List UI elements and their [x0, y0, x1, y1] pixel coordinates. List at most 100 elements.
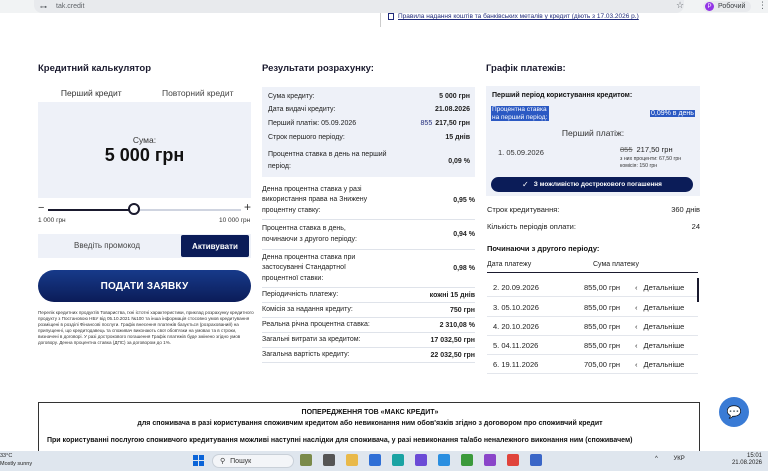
app-icon[interactable] [300, 454, 312, 466]
search-placeholder: Пошук [230, 457, 252, 465]
result-value: 15 днів [445, 134, 470, 141]
column-sum: Сума платежу [593, 261, 639, 268]
result-value: 0,09 % [448, 157, 470, 165]
result-row: Комісія за надання кредиту: 750 грн [262, 303, 475, 318]
amount-label: Сума: [132, 135, 157, 145]
result-value: 0,94 % [453, 231, 475, 238]
result-value: 21.08.2026 [434, 106, 470, 113]
edge-icon[interactable] [392, 454, 404, 466]
app-icon[interactable] [369, 454, 381, 466]
document-icon [388, 13, 394, 20]
address-bar[interactable]: ⊶ tak.credit [34, 0, 684, 13]
table-row: 5. 04.11.2026 855,00 грн ‹ Детальніше [487, 335, 698, 355]
details-link[interactable]: ‹ Детальніше [635, 322, 684, 331]
weather-widget[interactable]: 33°C Mostly sunny [0, 452, 32, 468]
first-payment-date: 1. 05.09.2026 [498, 148, 544, 157]
payment-date: 5. 04.11.2026 [493, 341, 539, 350]
result-row: Денна процентна ставка у разі використан… [262, 182, 475, 220]
schedule-scrollbar[interactable] [697, 278, 699, 302]
app-icon[interactable] [415, 454, 427, 466]
app-icon[interactable] [323, 454, 335, 466]
submit-application-button[interactable]: ПОДАТИ ЗАЯВКУ [38, 270, 251, 302]
tray-arrow-icon: ^ [655, 456, 658, 462]
check-icon: ✓ [522, 180, 529, 189]
increase-amount-button[interactable]: + [244, 200, 251, 214]
result-label: Комісія за надання кредиту: [262, 305, 353, 313]
start-icon[interactable] [193, 455, 204, 466]
app-icon[interactable] [530, 454, 542, 466]
browser-menu-icon[interactable]: ⋮ [758, 0, 767, 11]
result-value: кожні 15 днів [429, 291, 475, 299]
schedule-title: Графік платежів: [486, 63, 566, 74]
periods-row: Кількість періодів оплати: 24 [487, 222, 700, 231]
details-link[interactable]: ‹ Детальніше [635, 283, 684, 292]
first-period-heading: Перший період користування кредитом: [492, 92, 633, 99]
payment-date: 6. 19.11.2026 [493, 360, 539, 369]
table-row: 6. 19.11.2026 705,00 грн ‹ Детальніше [487, 354, 698, 374]
payment-amount: 705,00 грн [584, 360, 621, 369]
first-payment-commission: комісія: 150 грн [620, 163, 658, 169]
taskbar-apps [300, 454, 553, 466]
result-row: Денна процентна ставка при застосуванні … [262, 250, 475, 288]
rules-link[interactable]: Правила надання коштів та банківських ме… [388, 13, 639, 20]
amount-slider-fill [48, 209, 134, 211]
folder-icon[interactable] [346, 454, 358, 466]
details-link[interactable]: ‹ Детальніше [635, 303, 684, 312]
payment-date: 2. 20.09.2026 [493, 283, 539, 292]
activate-promo-button[interactable]: Активувати [181, 235, 249, 257]
periods-label: Кількість періодів оплати: [487, 222, 576, 231]
slider-min-label: 1 000 грн [38, 217, 66, 224]
result-value: 0,98 % [453, 265, 475, 272]
payment-date: 3. 05.10.2026 [493, 303, 539, 312]
early-repayment-button[interactable]: ✓ З можливістю дострокового погашення [491, 177, 693, 192]
browser-chrome: ⊶ tak.credit ☆ Р Робочий ⋮ [0, 0, 768, 13]
app-icon[interactable] [461, 454, 473, 466]
first-payment-amount: 217,50 грн [636, 145, 673, 154]
app-icon[interactable] [484, 454, 496, 466]
system-tray[interactable]: ^ УКР [655, 456, 685, 462]
decrease-amount-button[interactable]: − [38, 202, 44, 214]
details-label: Детальніше [643, 283, 685, 292]
column-date: Дата платежу [487, 261, 532, 268]
chevron-left-icon: ‹ [635, 322, 638, 331]
result-row: Загальні витрати за кредитом: 17 032,50 … [262, 333, 475, 348]
weather-temp: 33°C [0, 453, 13, 459]
first-period-rate-value: 0,09% в день [650, 110, 695, 117]
details-label: Детальніше [643, 360, 685, 369]
chevron-left-icon: ‹ [635, 341, 638, 350]
result-label: Сума кредиту: [268, 93, 315, 100]
chrome-icon[interactable] [507, 454, 519, 466]
clock[interactable]: 15:01 21.08.2026 [726, 453, 762, 467]
result-label: Загальні витрати за кредитом: [262, 335, 361, 343]
table-row: 3. 05.10.2026 855,00 грн ‹ Детальніше [487, 297, 698, 317]
warning-subtitle: для споживача в разі користування спожив… [137, 420, 603, 427]
calculator-tabs: Перший кредит Повторний кредит [38, 84, 251, 102]
tab-repeat-credit[interactable]: Повторний кредит [144, 84, 251, 102]
site-info-icon[interactable]: ⊶ [40, 3, 48, 11]
chat-button[interactable]: 💬 [719, 397, 749, 427]
result-row: Сума кредиту: 5 000 грн [268, 93, 470, 100]
details-link[interactable]: ‹ Детальніше [635, 341, 684, 350]
result-label: Процентна ставка в день на перший період… [268, 151, 387, 170]
result-row: Процентна ставка в день, починаючи з дру… [262, 220, 475, 250]
result-row: Реальна річна процентна ставка: 2 310,08… [262, 318, 475, 333]
profile-button[interactable]: Р Робочий [703, 1, 752, 12]
bookmark-star-icon[interactable]: ☆ [676, 0, 684, 11]
chevron-left-icon: ‹ [635, 283, 638, 292]
app-icon[interactable] [438, 454, 450, 466]
second-period-heading: Починаючи з другого періоду: [487, 244, 600, 253]
amount-slider-handle[interactable] [127, 203, 140, 215]
result-label: Денна процентна ставка у разі використан… [262, 185, 368, 214]
table-row: 4. 20.10.2026 855,00 грн ‹ Детальніше [487, 316, 698, 336]
first-payment-old-amount: 855 [620, 145, 633, 154]
result-row: Дата видачі кредиту: 21.08.2026 [268, 106, 470, 113]
schedule-table-header: Дата платежу Сума платежу [487, 261, 698, 273]
profile-label: Робочий [718, 3, 746, 10]
taskbar-search[interactable]: ⚲ Пошук [212, 454, 294, 468]
warning-box: ПОПЕРЕДЖЕННЯ ТОВ «МАКС КРЕДИТ» для спожи… [38, 402, 700, 452]
result-label: Строк першого періоду: [268, 134, 345, 141]
details-link[interactable]: ‹ Детальніше [635, 360, 684, 369]
disclaimer-text: Перелік кредитних продуктів Товариства, … [38, 310, 254, 345]
tab-first-credit[interactable]: Перший кредит [38, 84, 145, 102]
promo-code-input[interactable]: Введіть промокод [74, 241, 140, 250]
